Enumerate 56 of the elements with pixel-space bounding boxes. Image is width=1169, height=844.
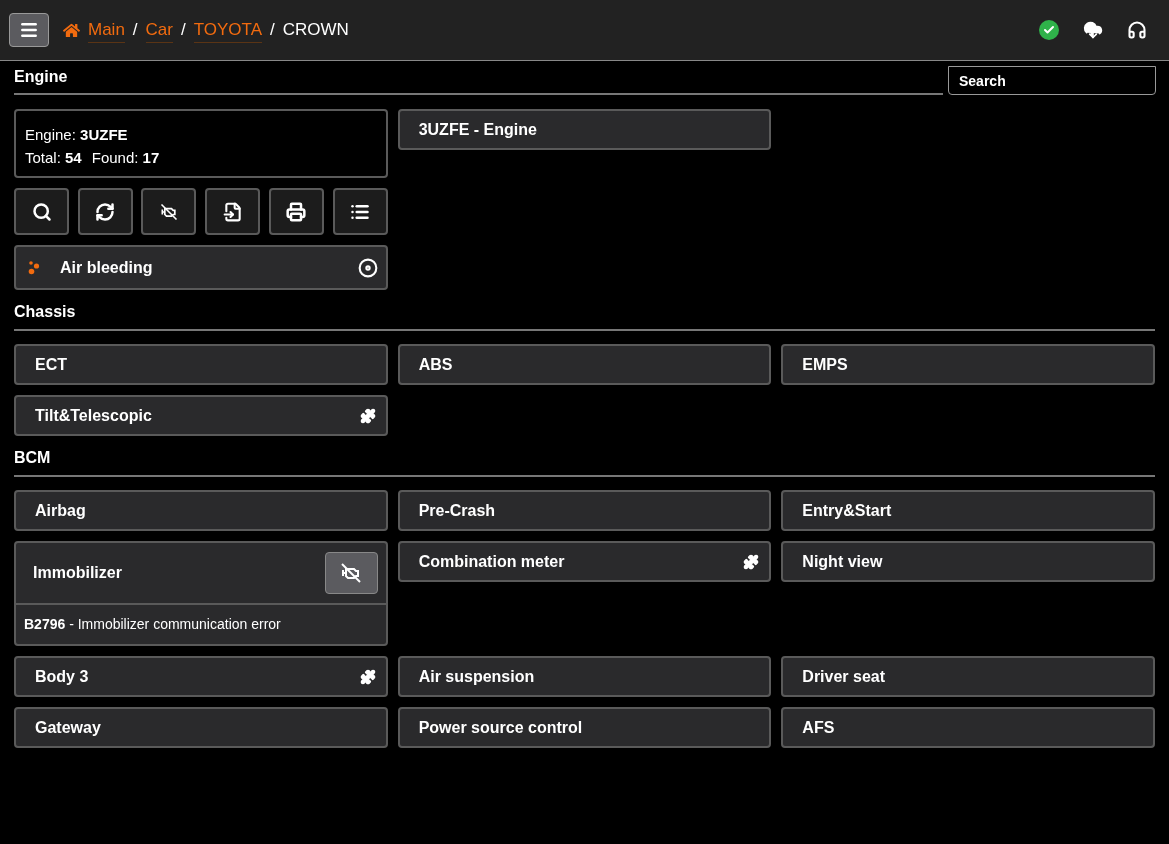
engine-info-text: Engine: 3UZFE — [25, 125, 129, 145]
import-button[interactable] — [205, 188, 261, 235]
engine-off-icon — [158, 201, 179, 222]
breadcrumb-separator: / — [181, 19, 186, 42]
search-button[interactable] — [14, 188, 69, 235]
refresh-button[interactable] — [77, 188, 133, 235]
breadcrumb-separator: / — [132, 19, 138, 42]
puzzle-icon — [743, 553, 760, 570]
menu-icon — [19, 20, 39, 40]
module-button[interactable]: AFS — [781, 707, 1155, 748]
section-title: Chassis — [14, 303, 76, 320]
breadcrumb-link[interactable]: TOYOTA — [193, 16, 263, 44]
section-title: BCM — [14, 449, 51, 466]
bubbles-icon — [28, 260, 40, 275]
module-button[interactable]: Pre-Crash — [397, 490, 772, 531]
total-text: Total: 54 — [25, 148, 82, 168]
module-button[interactable]: EMPS — [781, 344, 1155, 385]
module-button[interactable]: Gateway — [14, 707, 388, 748]
puzzle-icon — [359, 668, 376, 685]
dtc-text: B2796 - Immobilizer communication error — [23, 615, 282, 634]
cloud-download-icon[interactable] — [1083, 20, 1103, 40]
puzzle-icon — [359, 407, 376, 424]
section-title: Engine — [14, 68, 68, 85]
disc-icon — [357, 257, 378, 278]
engine-off-button[interactable] — [324, 552, 378, 594]
found-text: Found: 17 — [91, 148, 160, 168]
module-button[interactable]: Body 3 — [14, 656, 388, 697]
print-button[interactable] — [268, 188, 324, 235]
module-button[interactable]: Driver seat — [781, 656, 1155, 697]
module-button[interactable]: Tilt&Telescopic — [14, 395, 388, 436]
module-button[interactable]: 3UZFE - Engine — [397, 109, 772, 150]
home-icon — [63, 21, 80, 39]
menu-button[interactable] — [9, 13, 49, 47]
file-import-icon — [222, 201, 243, 222]
breadcrumb-separator: / — [270, 19, 275, 42]
search-icon — [31, 201, 52, 222]
module-label[interactable]: Immobilizer — [33, 561, 122, 585]
breadcrumb-link[interactable]: Main — [88, 16, 125, 44]
module-button[interactable]: Air suspension — [397, 656, 772, 697]
function-button[interactable]: Air bleeding — [14, 245, 388, 290]
module-button[interactable]: ECT — [14, 344, 388, 385]
breadcrumb-current: CROWN — [282, 19, 349, 42]
engine-off-button[interactable] — [141, 188, 197, 235]
refresh-icon — [95, 201, 116, 222]
module-button[interactable]: Night view — [781, 541, 1155, 582]
breadcrumb-link[interactable]: Car — [145, 16, 173, 44]
module-button[interactable]: ABS — [397, 344, 772, 385]
module-button[interactable]: Combination meter — [397, 541, 772, 582]
list-button[interactable] — [332, 188, 388, 235]
headset-icon[interactable] — [1127, 20, 1147, 40]
module-button[interactable]: Airbag — [14, 490, 388, 531]
status-ok-icon — [1039, 20, 1059, 40]
printer-icon — [286, 201, 307, 222]
module-button[interactable]: Entry&Start — [781, 490, 1155, 531]
search-field[interactable]: Search — [948, 66, 1156, 95]
module-button[interactable]: Power source control — [397, 707, 772, 748]
